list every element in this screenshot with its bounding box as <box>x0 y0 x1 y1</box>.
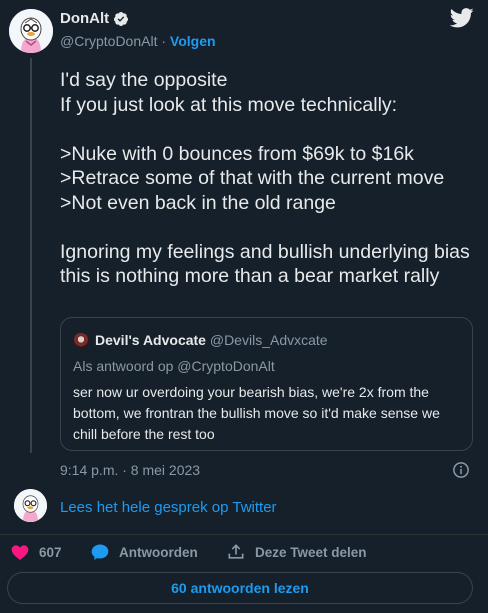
author-display-name[interactable]: DonAlt <box>60 10 109 27</box>
author-handle[interactable]: @CryptoDonAlt <box>60 33 157 49</box>
quoted-tweet[interactable]: Devil's Advocate @Devils_Advxcate Als an… <box>60 317 473 451</box>
quoted-text: ser now ur overdoing your bearish bias, … <box>73 384 440 442</box>
conversation-avatar[interactable] <box>14 489 47 522</box>
twitter-bird-icon[interactable] <box>450 8 474 28</box>
read-conversation-link[interactable]: Lees het hele gesprek op Twitter <box>60 499 277 516</box>
info-icon[interactable] <box>452 461 470 479</box>
follow-link[interactable]: Volgen <box>170 33 216 49</box>
quoted-display-name: Devil's Advocate <box>95 332 206 348</box>
like-button[interactable]: 607 <box>10 540 62 564</box>
share-label: Deze Tweet delen <box>255 544 367 560</box>
tweet-text: I'd say the opposite If you just look at… <box>60 69 470 287</box>
quoted-author-avatar <box>73 333 89 349</box>
tweet-timestamp[interactable]: 9:14 p.m. · 8 mei 2023 <box>60 462 200 478</box>
handle-separator: · <box>157 33 170 49</box>
share-icon <box>228 544 244 559</box>
share-button[interactable]: Deze Tweet delen <box>226 540 367 564</box>
tweet-embed-card: DonAlt @CryptoDonAlt · Volgen I'd say th… <box>0 0 488 613</box>
read-replies-button[interactable]: 60 antwoorden lezen <box>7 572 473 604</box>
reply-bubble-icon <box>91 544 109 560</box>
reply-button[interactable]: Antwoorden <box>90 540 198 564</box>
author-name-line: DonAlt <box>60 10 129 27</box>
reply-label: Antwoorden <box>119 544 198 560</box>
quoted-header: Devil's Advocate @Devils_Advxcate <box>95 332 328 348</box>
divider <box>0 534 488 535</box>
action-bar: 607 Antwoorden Deze Tweet delen <box>0 540 488 566</box>
author-avatar[interactable] <box>9 9 53 53</box>
quoted-reply-context: Als antwoord op @CryptoDonAlt <box>73 358 275 374</box>
author-handle-line: @CryptoDonAlt · Volgen <box>60 33 216 49</box>
verified-badge-icon <box>113 11 129 27</box>
thread-connector-line <box>30 58 32 453</box>
quoted-handle: @Devils_Advxcate <box>209 332 328 348</box>
heart-icon <box>11 545 29 560</box>
like-count: 607 <box>39 544 62 560</box>
